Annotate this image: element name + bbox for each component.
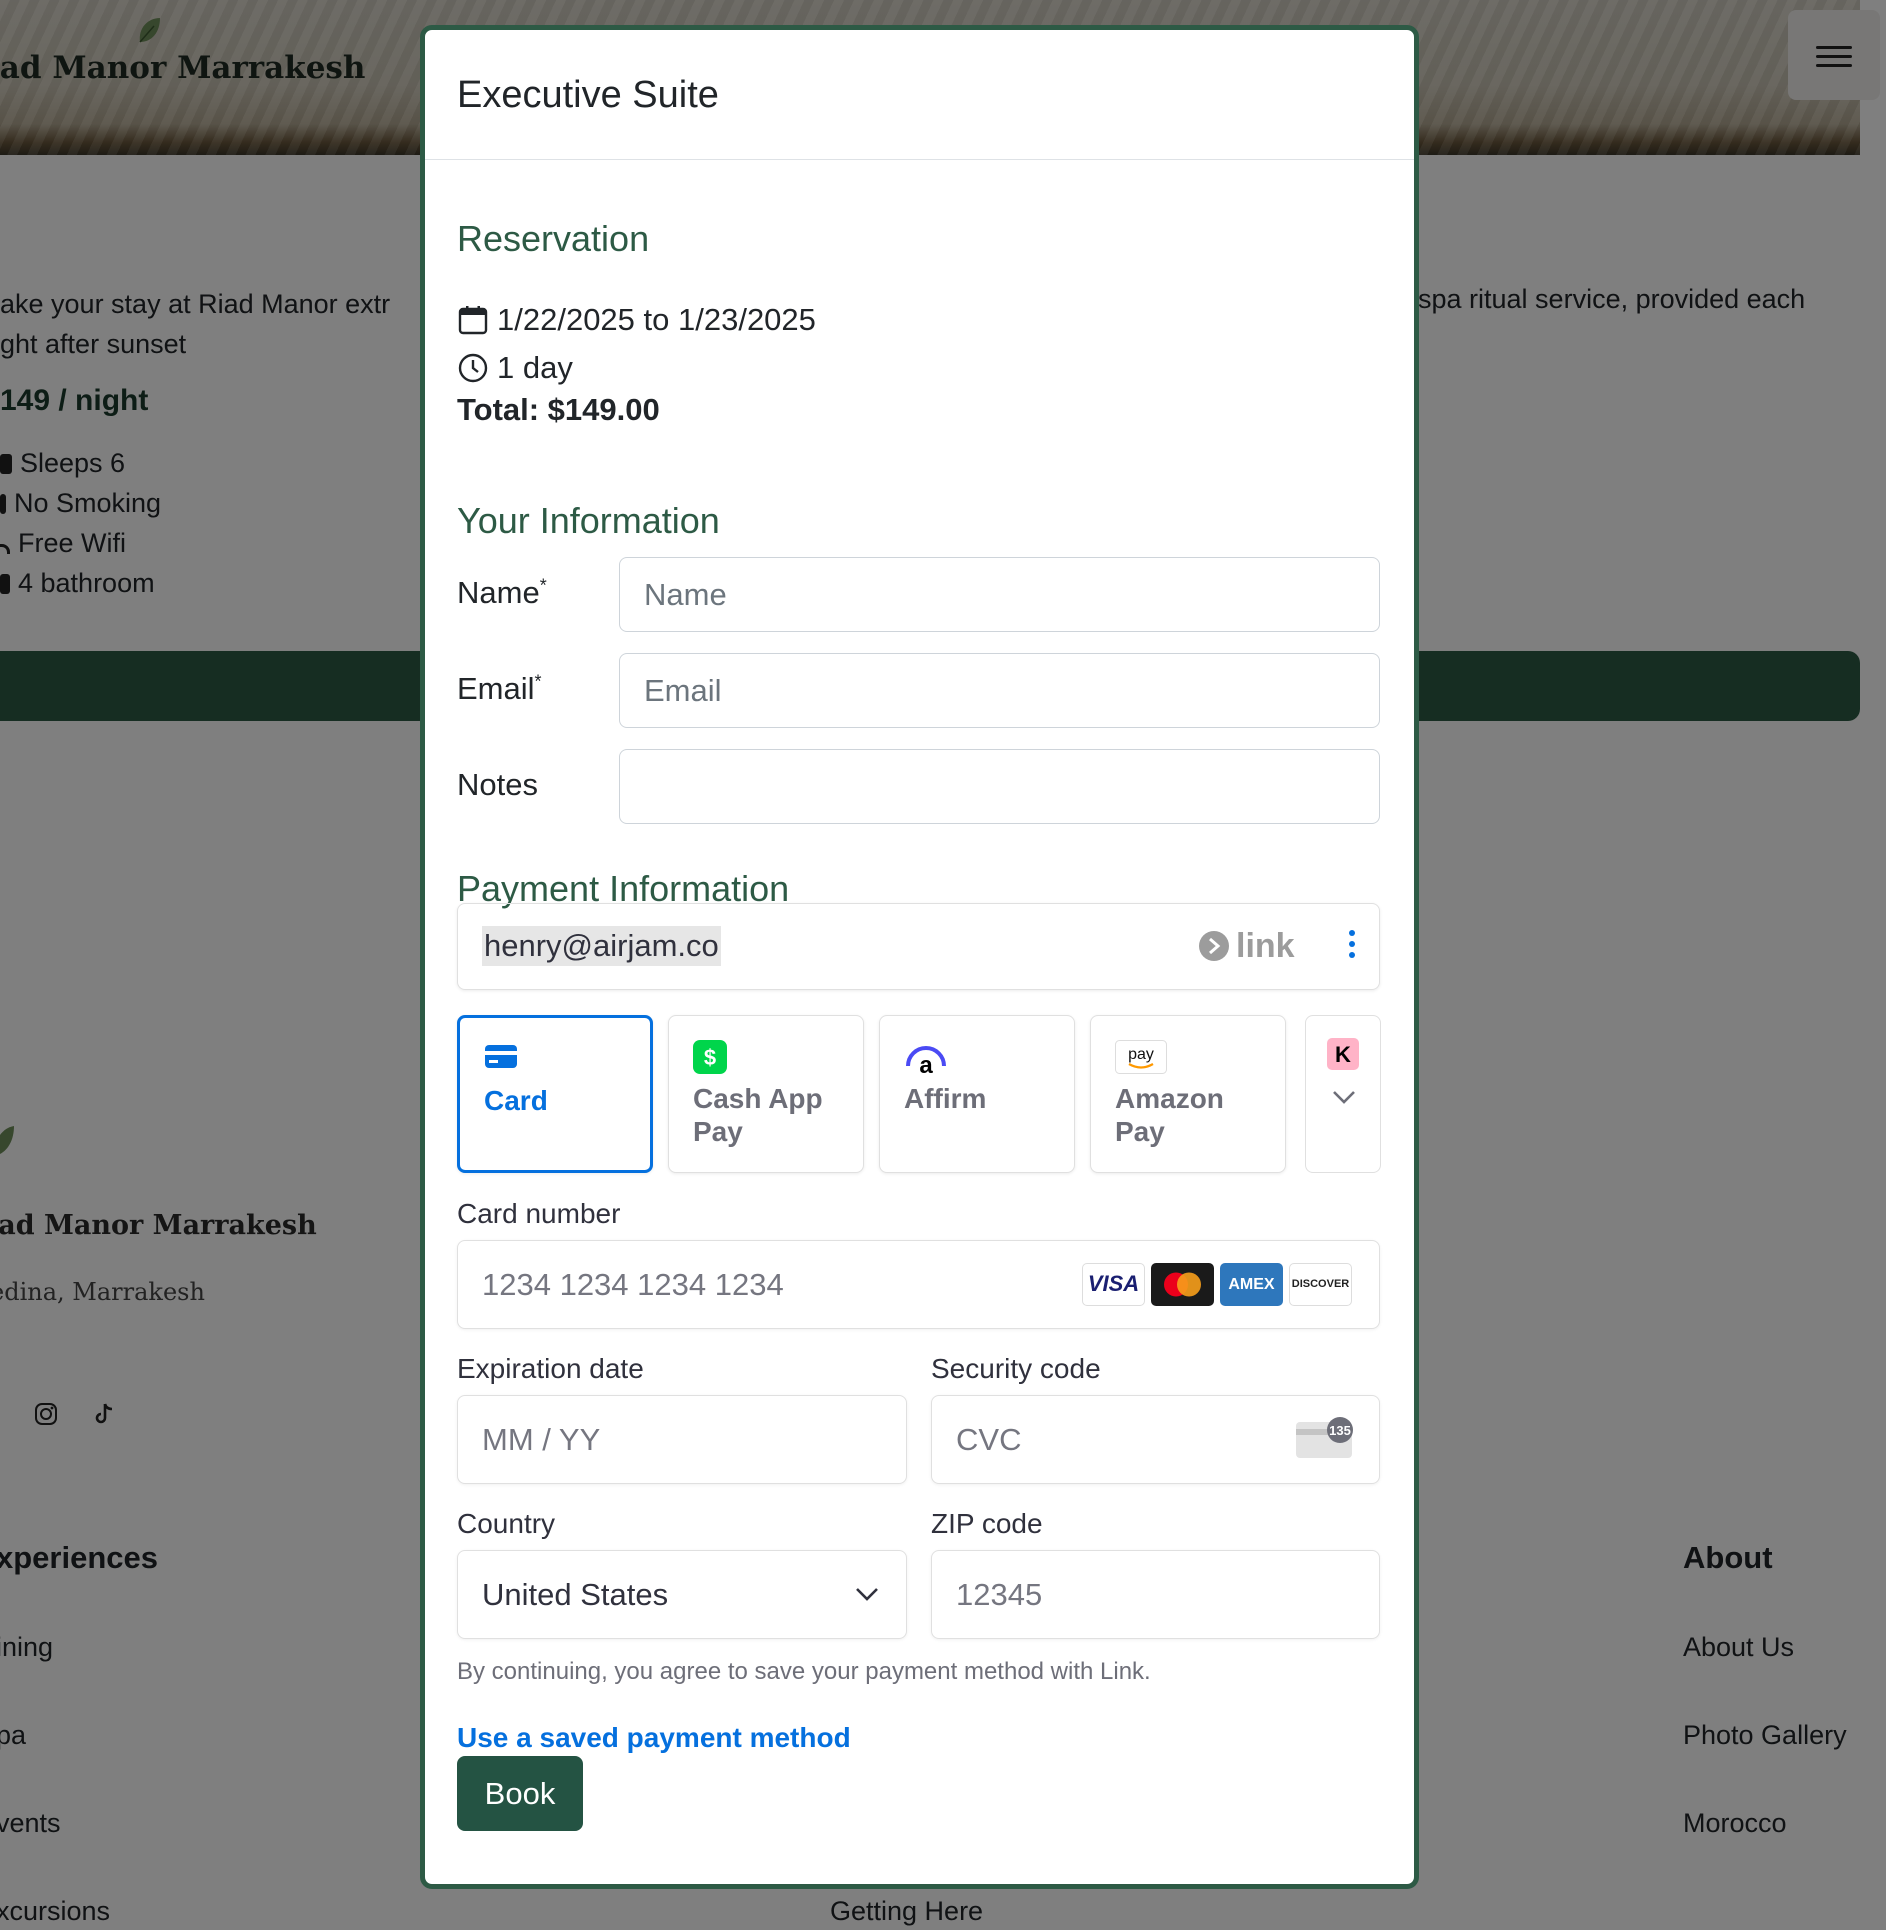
modal-title: Executive Suite bbox=[457, 74, 719, 116]
chevron-down-icon bbox=[856, 1588, 878, 1601]
link-logo: link bbox=[1198, 926, 1295, 966]
link-arrow-icon bbox=[1199, 931, 1229, 961]
your-information-heading: Your Information bbox=[457, 500, 720, 541]
more-payment-methods-button[interactable]: K bbox=[1305, 1015, 1381, 1173]
chevron-down-icon bbox=[1333, 1091, 1355, 1104]
svg-text:K: K bbox=[1335, 1042, 1351, 1067]
payment-method-card[interactable]: Card bbox=[457, 1015, 653, 1173]
zip-code-input[interactable]: 12345 bbox=[931, 1550, 1380, 1639]
visa-icon: VISA bbox=[1082, 1263, 1145, 1306]
email-label: Email* bbox=[457, 671, 542, 706]
reservation-total: Total: $149.00 bbox=[457, 392, 660, 427]
payment-method-cash-app-pay[interactable]: $ Cash App Pay bbox=[668, 1015, 864, 1173]
affirm-icon: a bbox=[906, 1046, 946, 1074]
reservation-dates: 1/22/2025 to 1/23/2025 bbox=[457, 302, 816, 338]
discover-icon: DISCOVER bbox=[1289, 1263, 1352, 1306]
mastercard-icon bbox=[1151, 1263, 1214, 1306]
reservation-heading: Reservation bbox=[457, 218, 650, 259]
security-code-input[interactable]: CVC 135 bbox=[931, 1395, 1380, 1484]
email-input[interactable] bbox=[619, 653, 1380, 728]
amazon-pay-icon: pay bbox=[1115, 1040, 1167, 1074]
card-number-input[interactable]: 1234 1234 1234 1234 VISA AMEX DISCOVER bbox=[457, 1240, 1380, 1329]
card-number-label: Card number bbox=[457, 1198, 621, 1229]
more-options-icon[interactable] bbox=[1348, 930, 1356, 964]
expiration-date-label: Expiration date bbox=[457, 1353, 644, 1384]
modal-header: Executive Suite bbox=[425, 30, 1414, 160]
country-label: Country bbox=[457, 1508, 556, 1539]
link-terms-text: By continuing, you agree to save your pa… bbox=[457, 1658, 1151, 1685]
amex-icon: AMEX bbox=[1220, 1263, 1283, 1306]
reservation-duration: 1 day bbox=[457, 350, 573, 386]
cash-app-icon: $ bbox=[693, 1040, 727, 1074]
use-saved-payment-link[interactable]: Use a saved payment method bbox=[457, 1722, 851, 1754]
credit-card-icon bbox=[485, 1045, 517, 1068]
security-code-label: Security code bbox=[931, 1353, 1101, 1384]
svg-text:$: $ bbox=[704, 1045, 716, 1070]
klarna-icon: K bbox=[1327, 1038, 1359, 1070]
link-email[interactable]: henry@airjam.co bbox=[482, 926, 721, 966]
notes-input[interactable] bbox=[619, 749, 1380, 824]
expiration-date-input[interactable]: MM / YY bbox=[457, 1395, 907, 1484]
booking-modal: Executive Suite Reservation 1/22/2025 to… bbox=[420, 25, 1419, 1889]
clock-icon bbox=[458, 353, 488, 383]
payment-method-affirm[interactable]: a Affirm bbox=[879, 1015, 1075, 1173]
svg-text:135: 135 bbox=[1329, 1423, 1351, 1438]
link-account-field[interactable]: henry@airjam.co link bbox=[457, 903, 1380, 990]
name-input[interactable] bbox=[619, 557, 1380, 632]
calendar-icon bbox=[458, 306, 488, 335]
svg-text:a: a bbox=[919, 1052, 933, 1074]
zip-code-label: ZIP code bbox=[931, 1508, 1043, 1539]
country-select[interactable]: United States bbox=[457, 1550, 907, 1639]
book-button[interactable]: Book bbox=[457, 1756, 583, 1831]
name-label: Name* bbox=[457, 575, 547, 610]
payment-method-amazon-pay[interactable]: pay Amazon Pay bbox=[1090, 1015, 1286, 1173]
notes-label: Notes bbox=[457, 767, 538, 802]
svg-text:pay: pay bbox=[1128, 1046, 1154, 1063]
cvc-card-icon: 135 bbox=[1296, 1417, 1353, 1458]
